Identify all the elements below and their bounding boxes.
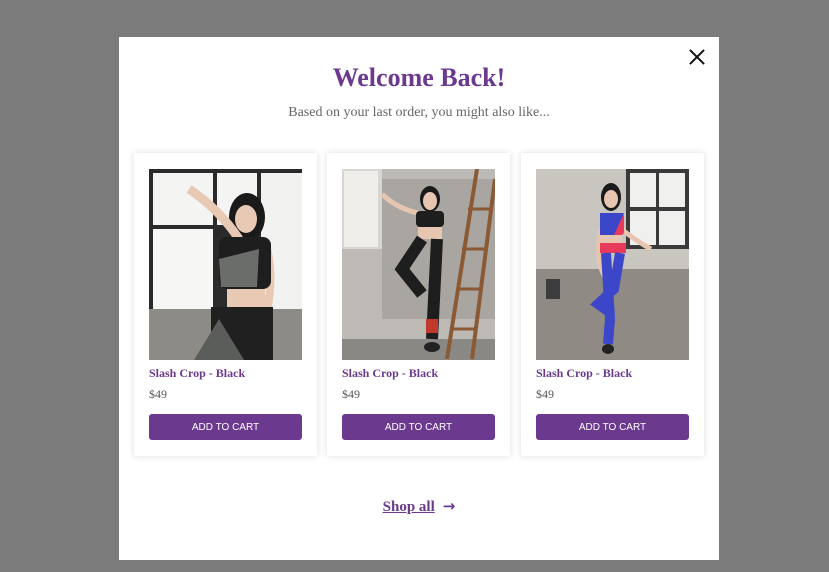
product-image[interactable] bbox=[536, 169, 689, 360]
product-price: $49 bbox=[342, 387, 360, 401]
add-to-cart-button[interactable]: ADD TO CART bbox=[536, 414, 689, 440]
product-name[interactable]: Slash Crop - Black bbox=[342, 366, 438, 381]
add-to-cart-button[interactable]: ADD TO CART bbox=[342, 414, 495, 440]
shop-all-link[interactable]: Shop all bbox=[383, 499, 435, 515]
product-card: Slash Crop - Black $49 ADD TO CART bbox=[521, 153, 704, 456]
add-to-cart-button[interactable]: ADD TO CART bbox=[149, 414, 302, 440]
modal-title: Welcome Back! bbox=[332, 63, 506, 92]
product-name[interactable]: Slash Crop - Black bbox=[149, 366, 245, 381]
modal-subtitle: Based on your last order, you might also… bbox=[288, 105, 550, 120]
product-image[interactable] bbox=[342, 169, 495, 360]
product-price: $49 bbox=[536, 387, 554, 401]
product-card: Slash Crop - Black $49 ADD TO CART bbox=[134, 153, 317, 456]
product-name[interactable]: Slash Crop - Black bbox=[536, 366, 632, 381]
product-price: $49 bbox=[149, 387, 167, 401]
product-image[interactable] bbox=[149, 169, 302, 360]
recommendation-modal: Welcome Back! Based on your last order, … bbox=[119, 37, 719, 560]
product-card: Slash Crop - Black $49 ADD TO CART bbox=[327, 153, 510, 456]
arrow-right-icon[interactable]: → bbox=[443, 497, 456, 515]
shop-all: Shop all → bbox=[119, 497, 719, 516]
